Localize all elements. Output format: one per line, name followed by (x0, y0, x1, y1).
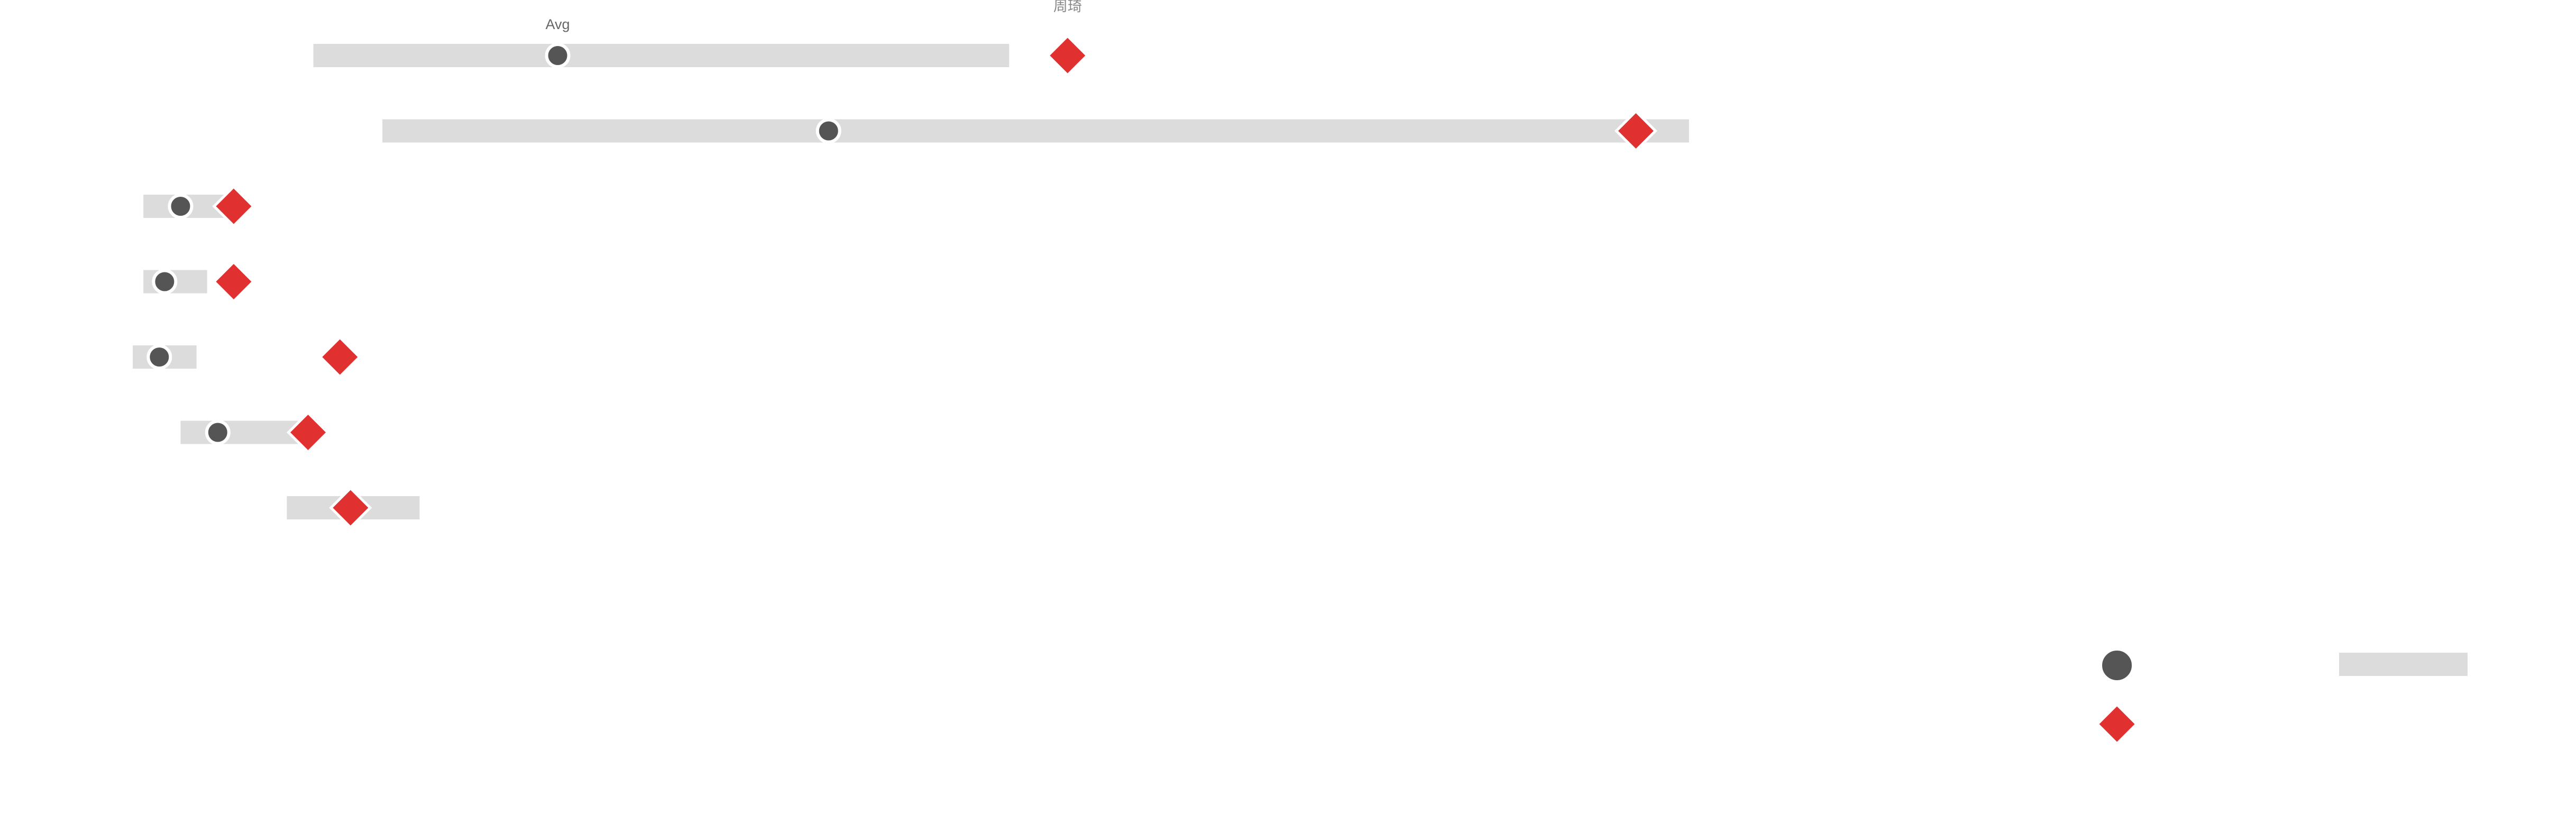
target-marker (212, 260, 255, 304)
legend (2095, 647, 2468, 746)
range-bar (382, 119, 1689, 143)
range-bars (133, 44, 1689, 519)
avg-marker (168, 194, 194, 219)
target-marker (286, 410, 330, 454)
avg-marker (152, 269, 178, 295)
avg-marker (545, 43, 571, 68)
target-marker (212, 185, 255, 228)
markers (146, 34, 1657, 529)
target-annotation: 周琦 (1053, 0, 1082, 14)
avg-marker (815, 118, 841, 144)
legend-avg-symbol (2099, 647, 2135, 683)
avg-marker (205, 419, 231, 445)
range-bar (313, 44, 1010, 67)
target-marker (318, 335, 362, 379)
bullet-chart: Avg 周琦 (133, 0, 2468, 746)
avg-marker (146, 344, 172, 370)
target-marker (1614, 109, 1657, 153)
target-marker (1046, 34, 1089, 77)
legend-range-swatch (2339, 653, 2468, 676)
target-marker (329, 486, 372, 529)
legend-target-symbol (2095, 702, 2139, 746)
avg-annotation: Avg (546, 16, 570, 32)
